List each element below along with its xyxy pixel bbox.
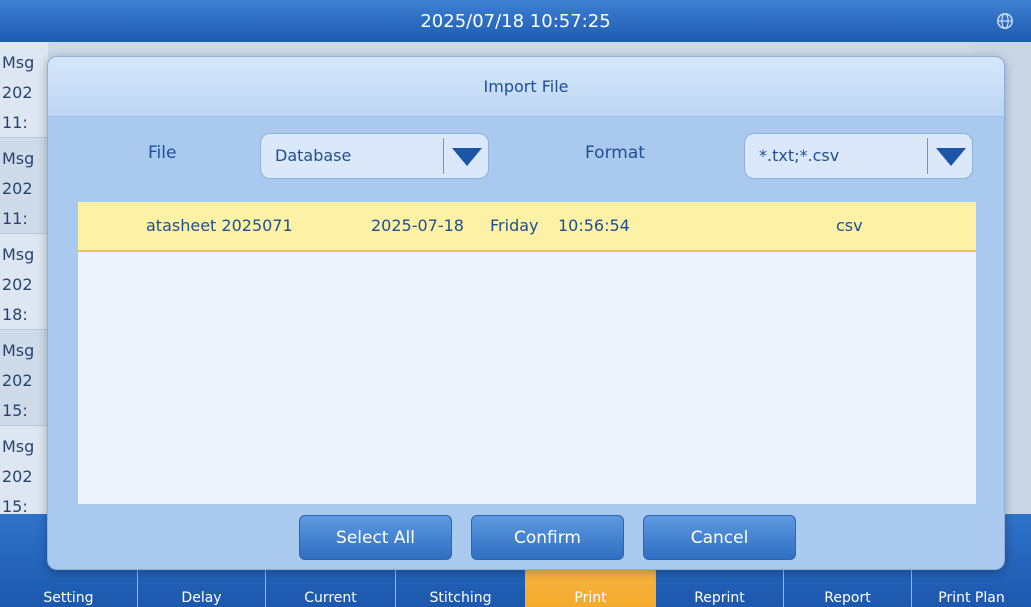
message-item[interactable]: Msg 202 18: xyxy=(0,234,48,330)
file-type: csv xyxy=(836,216,863,235)
cancel-button[interactable]: Cancel xyxy=(643,515,796,560)
message-item[interactable]: Msg 202 11: xyxy=(0,42,48,138)
message-item[interactable]: Msg 202 11: xyxy=(0,138,48,234)
file-time: 10:56:54 xyxy=(558,216,630,235)
format-label: Format xyxy=(585,143,645,163)
dropdown-divider xyxy=(443,138,444,174)
message-item[interactable]: Msg 202 15: xyxy=(0,330,48,426)
message-item[interactable]: Msg 202 15: xyxy=(0,426,48,514)
chevron-down-icon[interactable] xyxy=(451,147,483,167)
file-list: atasheet 2025071 2025-07-18 Friday 10:56… xyxy=(78,202,976,504)
dropdown-divider xyxy=(927,138,928,174)
confirm-button[interactable]: Confirm xyxy=(471,515,624,560)
dialog-button-row: Select All Confirm Cancel xyxy=(299,515,796,560)
file-label: File xyxy=(148,143,177,163)
message-list-background: Msg 202 11: Msg 202 11: Msg 202 18: Msg 202 15: … xyxy=(0,42,48,514)
format-dropdown[interactable]: *.txt;*.csv xyxy=(744,133,973,179)
file-dropdown-value: Database xyxy=(275,146,352,165)
top-status-bar: 2025/07/18 10:57:25 xyxy=(0,0,1031,42)
file-list-row[interactable]: atasheet 2025071 2025-07-18 Friday 10:56… xyxy=(78,202,976,252)
format-dropdown-value: *.txt;*.csv xyxy=(759,146,840,165)
import-file-dialog: Import File File Database Format *.txt;*… xyxy=(47,56,1005,570)
chevron-down-icon[interactable] xyxy=(935,147,967,167)
file-weekday: Friday xyxy=(490,216,539,235)
current-datetime: 2025/07/18 10:57:25 xyxy=(420,10,611,32)
file-dropdown[interactable]: Database xyxy=(260,133,489,179)
select-all-button[interactable]: Select All xyxy=(299,515,452,560)
dialog-title: Import File xyxy=(48,57,1004,117)
globe-icon[interactable] xyxy=(996,12,1014,30)
file-name: atasheet 2025071 xyxy=(146,216,293,235)
file-date: 2025-07-18 xyxy=(371,216,464,235)
